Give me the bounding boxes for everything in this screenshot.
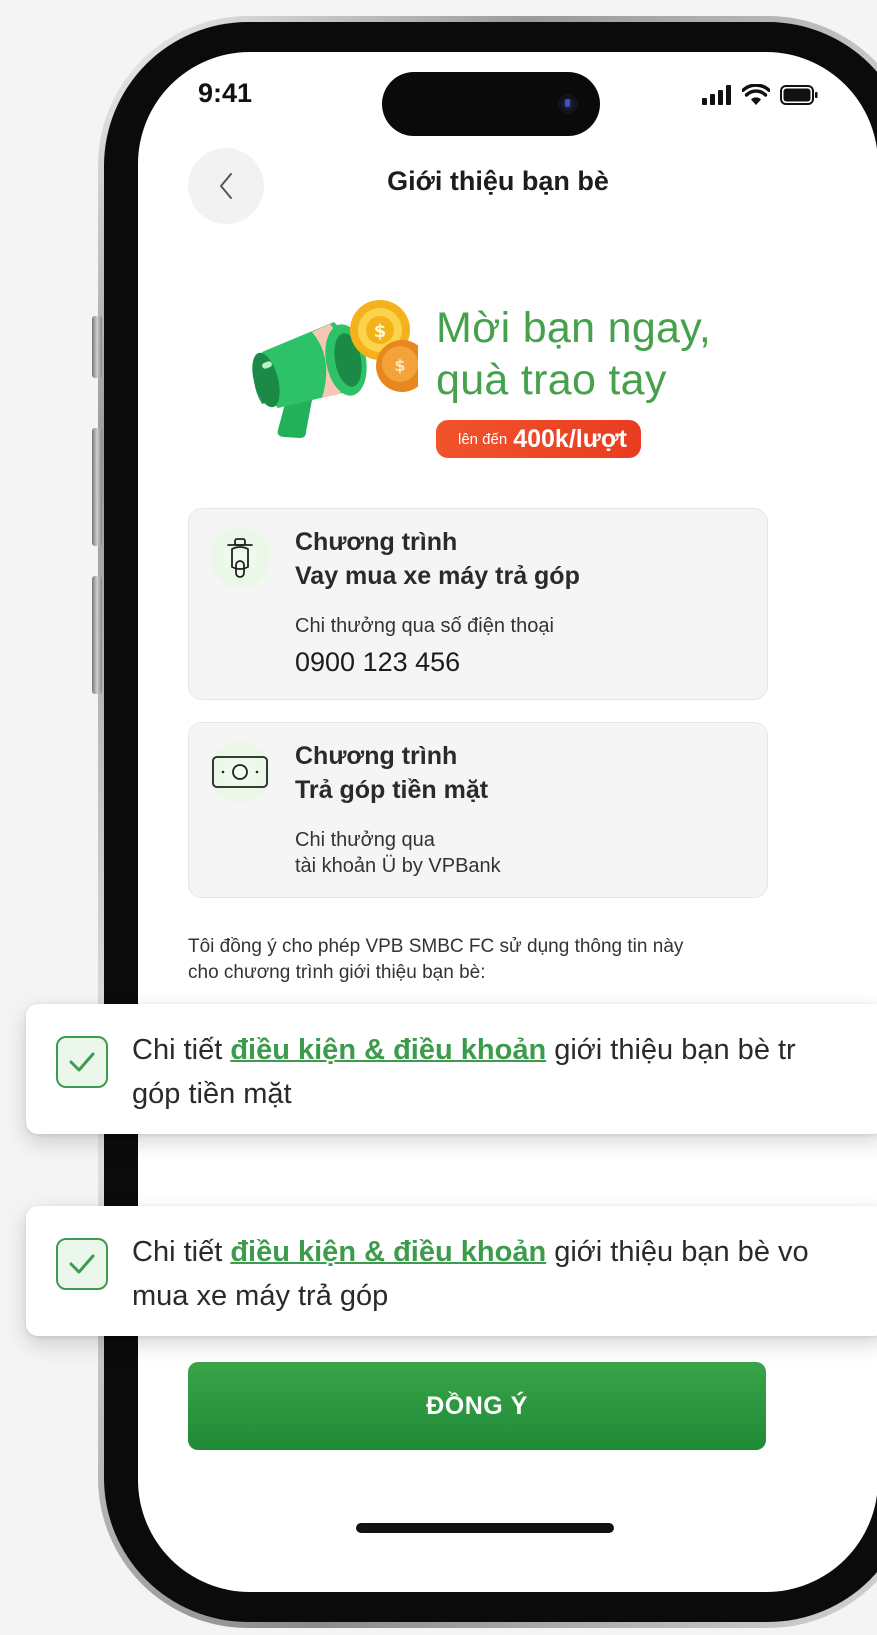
scooter-icon [227, 538, 253, 578]
reward-badge-prefix: lên đến [458, 430, 508, 448]
consent-checkbox[interactable] [56, 1036, 108, 1088]
reward-note: Chi thưởng qua tài khoản Ü by VPBank [295, 827, 751, 879]
reward-phone-number: 0900 123 456 [295, 647, 461, 677]
home-indicator [356, 1523, 614, 1533]
terms-link[interactable]: điều kiện & điều khoản [230, 1034, 546, 1066]
consent-text: Chi tiết điều kiện & điều khoản giới thi… [132, 1028, 877, 1116]
volume-down-button [92, 576, 102, 694]
consent-line1: Chi tiết điều kiện & điều khoản giới thi… [132, 1230, 877, 1274]
program-card-cash: Chương trình Trả góp tiền mặt Chi thưởng… [188, 722, 768, 898]
consent-item-motorbike: Chi tiết điều kiện & điều khoản giới thi… [26, 1206, 877, 1336]
status-time: 9:41 [198, 78, 253, 108]
check-icon [69, 1052, 95, 1072]
program-name: Trả góp tiền mặt [295, 776, 489, 804]
app-screen: 9:41 Giới thiệu bạn bè $ $ Mời bạn ngay,… [138, 52, 877, 1592]
page-title: Giới thiệu bạn bè [387, 166, 609, 196]
program-label: Chương trình [295, 742, 458, 770]
terms-link[interactable]: điều kiện & điều khoản [230, 1236, 546, 1268]
reward-badge: lên đến 400k/lượt [436, 420, 641, 458]
volume-up-button [92, 428, 102, 546]
hero-headline-line1: Mời bạn ngay, [436, 304, 712, 352]
reward-note: Chi thưởng qua số điện thoại [295, 615, 554, 637]
consent-prefix: Chi tiết [132, 1034, 231, 1066]
consent-suffix: giới thiệu bạn bè tr [546, 1034, 796, 1066]
program-card-motorbike: Chương trình Vay mua xe máy trả góp Chi … [188, 508, 768, 700]
program-card-text: Chương trình Trả góp tiền mặt Chi thưởng… [295, 739, 751, 879]
cash-icon [212, 756, 268, 788]
back-button[interactable] [188, 148, 264, 224]
consent-checkbox[interactable] [56, 1238, 108, 1290]
wifi-icon [742, 84, 770, 105]
consent-intro: Tôi đồng ý cho phép VPB SMBC FC sử dụng … [188, 934, 788, 986]
consent-line1: Chi tiết điều kiện & điều khoản giới thi… [132, 1028, 877, 1072]
consent-prefix: Chi tiết [132, 1236, 231, 1268]
consent-intro-line2: cho chương trình giới thiệu bạn bè: [188, 962, 486, 983]
hero-headline: Mời bạn ngay, quà trao tay [436, 302, 711, 406]
action-button [92, 316, 102, 378]
consent-text: Chi tiết điều kiện & điều khoản giới thi… [132, 1230, 877, 1318]
program-name: Vay mua xe máy trả góp [295, 562, 580, 590]
card-icon-wrap [209, 741, 271, 803]
chevron-left-icon [220, 173, 232, 199]
hero-headline-line2: quà trao tay [436, 356, 667, 404]
signal-icon [702, 84, 731, 105]
consent-line2: mua xe máy trả góp [132, 1280, 389, 1312]
program-label: Chương trình [295, 528, 458, 556]
front-camera-icon [558, 94, 578, 114]
status-icons [702, 84, 818, 105]
card-icon-wrap [209, 527, 271, 589]
reward-note-line2: tài khoản Ü by VPBank [295, 855, 501, 877]
megaphone-coins-icon: $ $ [252, 300, 418, 438]
svg-text:$: $ [394, 356, 405, 375]
consent-line2: góp tiền mặt [132, 1078, 292, 1110]
reward-badge-amount: 400k/lượt [513, 424, 627, 453]
battery-icon [780, 84, 818, 105]
consent-suffix: giới thiệu bạn bè vo [546, 1236, 809, 1268]
consent-item-cash: Chi tiết điều kiện & điều khoản giới thi… [26, 1004, 877, 1134]
svg-text:$: $ [374, 321, 387, 342]
reward-note-line1: Chi thưởng qua [295, 829, 435, 851]
dynamic-island [382, 72, 600, 136]
program-card-text: Chương trình Vay mua xe máy trả góp Chi … [295, 525, 751, 678]
consent-intro-line1: Tôi đồng ý cho phép VPB SMBC FC sử dụng … [188, 936, 684, 957]
check-icon [69, 1254, 95, 1274]
agree-button[interactable]: ĐỒNG Ý [188, 1362, 766, 1450]
